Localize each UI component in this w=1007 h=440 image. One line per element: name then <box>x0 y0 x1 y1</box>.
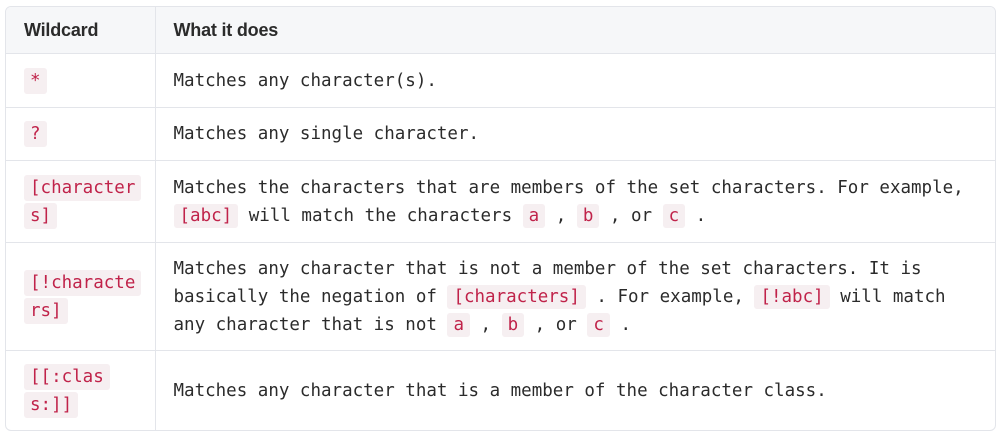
wildcard-cell: [!characters] <box>6 242 156 351</box>
table-row: * Matches any character(s). <box>6 53 995 108</box>
wildcard-code: [!characters] <box>24 269 142 324</box>
header-wildcard: Wildcard <box>6 7 156 54</box>
wildcard-code: ? <box>24 121 47 147</box>
description-text: , or <box>599 205 663 226</box>
table-row: [characters] Matches the characters that… <box>6 160 995 243</box>
wildcard-cell: [characters] <box>6 160 156 243</box>
description-text: , or <box>524 314 588 335</box>
wildcard-cell: ? <box>6 107 156 161</box>
wildcard-cell: [[:class:]] <box>6 350 156 430</box>
inline-code: [characters] <box>447 284 586 309</box>
table-row: [[:class:]] Matches any character that i… <box>6 350 995 431</box>
inline-code: [abc] <box>173 203 239 228</box>
wildcard-cell: * <box>6 53 156 108</box>
header-what-it-does: What it does <box>155 7 995 54</box>
inline-code: b <box>576 203 600 228</box>
description-text: . <box>609 314 631 335</box>
inline-code: c <box>662 203 686 228</box>
description-text: Matches the characters that are members … <box>173 177 964 198</box>
table-header-row: Wildcard What it does <box>6 7 995 54</box>
table-row: ? Matches any single character. <box>6 107 995 161</box>
description-text: , <box>469 314 502 335</box>
description-cell: Matches any character(s). <box>155 53 995 108</box>
wildcard-code: [[:class:]] <box>24 363 110 418</box>
table-row: [!characters] Matches any character that… <box>6 242 995 351</box>
wildcard-table: Wildcard What it does * Matches any char… <box>5 6 996 431</box>
inline-code: a <box>522 203 546 228</box>
description-cell: Matches any character that is not a memb… <box>155 242 995 351</box>
description-text: , <box>545 205 577 226</box>
description-cell: Matches any single character. <box>155 107 995 161</box>
description-cell: Matches the characters that are members … <box>155 160 995 243</box>
wildcard-table-grid: Wildcard What it does * Matches any char… <box>6 7 995 430</box>
description-cell: Matches any character that is a member o… <box>155 351 995 431</box>
inline-code: b <box>501 312 525 337</box>
inline-code: [!abc] <box>754 284 830 309</box>
inline-code: a <box>447 312 470 337</box>
description-text: Matches any single character. <box>173 124 480 144</box>
description-text: Matches any character(s). <box>173 70 437 91</box>
description-text: Matches any character that is a member o… <box>173 380 827 401</box>
wildcard-code: [characters] <box>24 174 142 229</box>
wildcard-code: * <box>24 67 47 94</box>
description-text: will match the characters <box>238 205 523 226</box>
inline-code: c <box>587 312 610 337</box>
description-text: . For example, <box>585 286 755 307</box>
description-text: . <box>685 205 707 226</box>
